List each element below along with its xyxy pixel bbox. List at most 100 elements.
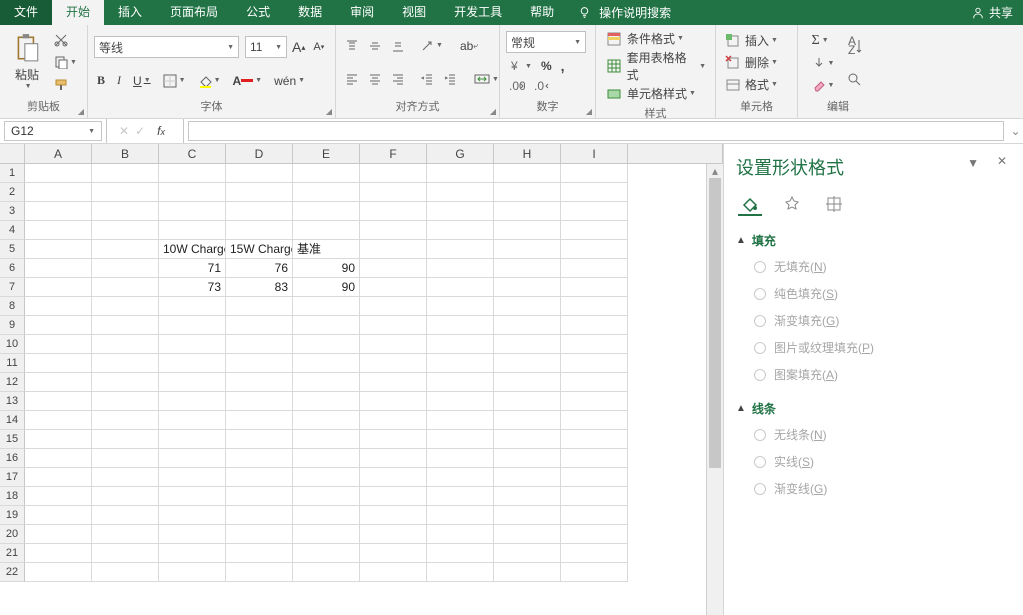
cell-E19[interactable] [293, 506, 360, 525]
cell-D14[interactable] [226, 411, 293, 430]
cell-B1[interactable] [92, 164, 159, 183]
cell-A13[interactable] [25, 392, 92, 411]
cell-E17[interactable] [293, 468, 360, 487]
cell-C3[interactable] [159, 202, 226, 221]
cell-C22[interactable] [159, 563, 226, 582]
cell-F9[interactable] [360, 316, 427, 335]
cell-I21[interactable] [561, 544, 628, 563]
tab-developer[interactable]: 开发工具 [440, 0, 516, 25]
cell-H22[interactable] [494, 563, 561, 582]
cell-C17[interactable] [159, 468, 226, 487]
cell-G1[interactable] [427, 164, 494, 183]
cell-A16[interactable] [25, 449, 92, 468]
cell-G6[interactable] [427, 259, 494, 278]
cell-H11[interactable] [494, 354, 561, 373]
col-header-E[interactable]: E [293, 144, 360, 164]
cell-I14[interactable] [561, 411, 628, 430]
delete-cells-button[interactable]: 删除▼ [722, 53, 791, 72]
cell-A4[interactable] [25, 221, 92, 240]
col-header-B[interactable]: B [92, 144, 159, 164]
cell-B20[interactable] [92, 525, 159, 544]
row-header-14[interactable]: 14 [0, 411, 25, 430]
format-painter-button[interactable] [51, 77, 80, 93]
cell-D15[interactable] [226, 430, 293, 449]
cell-E15[interactable] [293, 430, 360, 449]
cell-F21[interactable] [360, 544, 427, 563]
cell-A10[interactable] [25, 335, 92, 354]
cell-E14[interactable] [293, 411, 360, 430]
cell-C20[interactable] [159, 525, 226, 544]
cell-C16[interactable] [159, 449, 226, 468]
cell-E18[interactable] [293, 487, 360, 506]
cell-D21[interactable] [226, 544, 293, 563]
row-header-12[interactable]: 12 [0, 373, 25, 392]
cell-B7[interactable] [92, 278, 159, 297]
cell-A21[interactable] [25, 544, 92, 563]
cell-E2[interactable] [293, 183, 360, 202]
cell-A5[interactable] [25, 240, 92, 259]
tab-data[interactable]: 数据 [284, 0, 336, 25]
cell-G9[interactable] [427, 316, 494, 335]
cell-B22[interactable] [92, 563, 159, 582]
comma-button[interactable]: , [558, 57, 568, 75]
fill-option-3[interactable]: 图片或纹理填充(P) [736, 334, 1009, 361]
cell-H20[interactable] [494, 525, 561, 544]
cell-A22[interactable] [25, 563, 92, 582]
row-header-19[interactable]: 19 [0, 506, 25, 525]
cell-A8[interactable] [25, 297, 92, 316]
cell-E13[interactable] [293, 392, 360, 411]
cell-I17[interactable] [561, 468, 628, 487]
col-header-C[interactable]: C [159, 144, 226, 164]
cell-E11[interactable] [293, 354, 360, 373]
percent-button[interactable]: % [538, 58, 555, 74]
cell-E10[interactable] [293, 335, 360, 354]
cell-F12[interactable] [360, 373, 427, 392]
col-header-G[interactable]: G [427, 144, 494, 164]
cell-B15[interactable] [92, 430, 159, 449]
tab-review[interactable]: 审阅 [336, 0, 388, 25]
cell-D18[interactable] [226, 487, 293, 506]
row-header-11[interactable]: 11 [0, 354, 25, 373]
row-header-2[interactable]: 2 [0, 183, 25, 202]
row-header-22[interactable]: 22 [0, 563, 25, 582]
cell-B12[interactable] [92, 373, 159, 392]
cell-C11[interactable] [159, 354, 226, 373]
cell-A20[interactable] [25, 525, 92, 544]
cell-D17[interactable] [226, 468, 293, 487]
cell-G21[interactable] [427, 544, 494, 563]
cell-B2[interactable] [92, 183, 159, 202]
cell-F11[interactable] [360, 354, 427, 373]
cell-E3[interactable] [293, 202, 360, 221]
cell-H21[interactable] [494, 544, 561, 563]
cell-D11[interactable] [226, 354, 293, 373]
fill-option-0[interactable]: 无填充(N) [736, 253, 1009, 280]
cell-B17[interactable] [92, 468, 159, 487]
find-select-button[interactable] [843, 70, 867, 90]
line-option-1[interactable]: 实线(S) [736, 448, 1009, 475]
cell-I5[interactable] [561, 240, 628, 259]
cell-H7[interactable] [494, 278, 561, 297]
grow-font-button[interactable]: A▴ [289, 38, 308, 56]
cell-I10[interactable] [561, 335, 628, 354]
cell-D1[interactable] [226, 164, 293, 183]
font-launcher[interactable]: ◢ [326, 107, 332, 116]
cell-G20[interactable] [427, 525, 494, 544]
tab-view[interactable]: 视图 [388, 0, 440, 25]
cell-E1[interactable] [293, 164, 360, 183]
row-header-13[interactable]: 13 [0, 392, 25, 411]
wrap-text-button[interactable]: ab⤶ [457, 38, 481, 54]
row-header-15[interactable]: 15 [0, 430, 25, 449]
format-cells-button[interactable]: 格式▼ [722, 75, 791, 94]
fill-option-1[interactable]: 纯色填充(S) [736, 280, 1009, 307]
cell-I7[interactable] [561, 278, 628, 297]
cell-F20[interactable] [360, 525, 427, 544]
vertical-scrollbar[interactable]: ▴ [706, 164, 723, 615]
cell-G17[interactable] [427, 468, 494, 487]
cell-F14[interactable] [360, 411, 427, 430]
cell-H2[interactable] [494, 183, 561, 202]
cell-D22[interactable] [226, 563, 293, 582]
cell-H19[interactable] [494, 506, 561, 525]
col-header-H[interactable]: H [494, 144, 561, 164]
cell-B9[interactable] [92, 316, 159, 335]
row-header-8[interactable]: 8 [0, 297, 25, 316]
